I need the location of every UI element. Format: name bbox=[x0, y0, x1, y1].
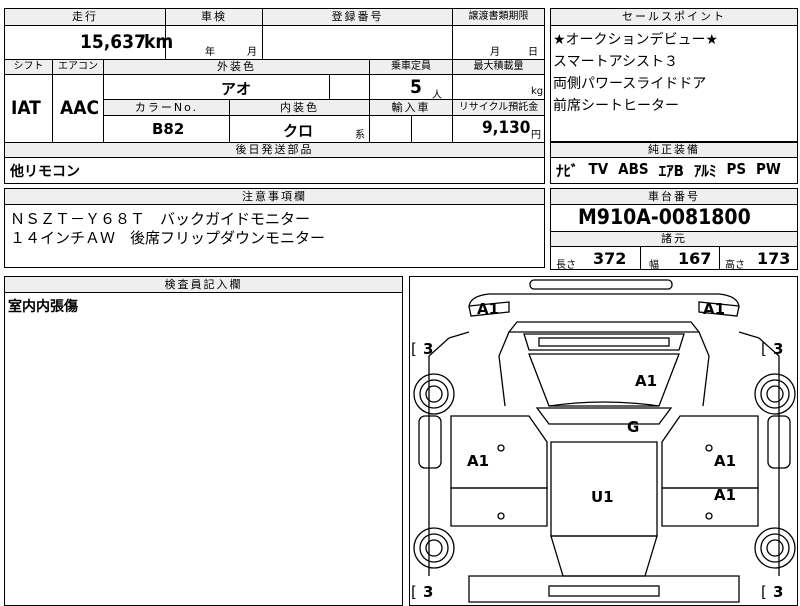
inspector-comment: 室内内張傷 bbox=[8, 299, 78, 315]
registration-header: 登録番号 bbox=[263, 9, 452, 25]
shift-header: シフト bbox=[5, 60, 52, 74]
inspector-box bbox=[4, 276, 403, 606]
inspection-month-label: 月 bbox=[247, 47, 257, 58]
capacity-value: 5 bbox=[410, 76, 422, 98]
tire-rear-right-bracket: [ bbox=[761, 583, 767, 601]
front-left-mark: A1 bbox=[477, 300, 499, 318]
equipment-header: 純正装備 bbox=[551, 143, 797, 157]
length-label: 長さ bbox=[556, 260, 576, 271]
ac-header: エアコン bbox=[53, 60, 103, 74]
tire-front-left-bracket: [ bbox=[411, 340, 417, 358]
transfer-month-label: 月 bbox=[490, 47, 500, 58]
equipment-item-alloy: ｱﾙﾐ bbox=[693, 162, 717, 180]
notes-line-2: １４インチＡＷ 後席フリップダウンモニター bbox=[10, 229, 326, 247]
tire-front-right-bracket: [ bbox=[761, 340, 767, 358]
capacity-header: 乗車定員 bbox=[370, 60, 452, 74]
width-label: 幅 bbox=[649, 260, 659, 271]
mileage-value: 15,637 bbox=[80, 31, 146, 53]
windshield-mark: G bbox=[627, 418, 639, 436]
inspection-year-label: 年 bbox=[205, 47, 215, 58]
recycle-header: リサイクル預託金 bbox=[453, 100, 544, 115]
selling-point-4: 前席シートヒーター bbox=[553, 98, 679, 114]
inspector-header: 検査員記入欄 bbox=[5, 277, 402, 292]
tire-rear-left: 3 bbox=[423, 583, 433, 601]
dimensions-header: 諸元 bbox=[551, 232, 797, 246]
tire-rear-left-bracket: [ bbox=[411, 583, 417, 601]
right-rear-door-mark: A1 bbox=[714, 486, 736, 504]
transfer-day-label: 日 bbox=[528, 47, 538, 58]
right-front-door-mark: A1 bbox=[714, 452, 736, 470]
max-load-unit: kg bbox=[531, 86, 544, 97]
selling-point-1: ★オークションデビュー★ bbox=[553, 32, 719, 48]
mileage-unit: km bbox=[144, 31, 174, 53]
exterior-color-header: 外装色 bbox=[104, 60, 369, 74]
transfer-header: 譲渡書類期限 bbox=[453, 9, 544, 25]
ac-value: AAC bbox=[60, 97, 100, 119]
interior-color-value: クロ bbox=[283, 122, 314, 140]
equipment-list: ﾅﾋﾞ TV ABS ｴｱB ｱﾙﾐ PS PW bbox=[556, 160, 796, 180]
tire-rear-right: 3 bbox=[773, 583, 783, 601]
notes-header: 注意事項欄 bbox=[5, 189, 544, 204]
recycle-unit: 円 bbox=[531, 130, 541, 141]
equipment-item-tv: TV bbox=[588, 160, 609, 178]
shift-value: IAT bbox=[11, 97, 41, 119]
max-load-header: 最大積載量 bbox=[453, 60, 544, 74]
interior-color-suffix: 系 bbox=[355, 130, 365, 141]
tire-front-right: 3 bbox=[773, 340, 783, 358]
color-no-value: B82 bbox=[152, 120, 185, 138]
shipping-parts-value: 他リモコン bbox=[10, 164, 80, 180]
notes-line-1: ＮＳＺＴ－Ｙ６８Ｔ バックガイドモニター bbox=[10, 210, 311, 228]
equipment-item-ps: PS bbox=[726, 160, 747, 178]
roof-mark: U1 bbox=[591, 488, 614, 506]
car-diagram: A1 A1 A1 G A1 A1 A1 U1 [ 3 [ 3 [ 3 [ 3 bbox=[411, 279, 796, 603]
recycle-value: 9,130 bbox=[482, 118, 531, 138]
width-value: 167 bbox=[678, 249, 712, 268]
selling-point-2: スマートアシスト３ bbox=[553, 54, 679, 70]
chassis-header: 車台番号 bbox=[551, 189, 797, 204]
front-right-mark: A1 bbox=[703, 300, 725, 318]
equipment-item-navi: ﾅﾋﾞ bbox=[556, 162, 579, 180]
inspection-header: 車検 bbox=[166, 9, 262, 25]
hood-mark: A1 bbox=[635, 372, 657, 390]
equipment-item-airbag: ｴｱB bbox=[658, 162, 684, 180]
chassis-number: M910A-0081800 bbox=[578, 205, 751, 229]
length-value: 372 bbox=[593, 249, 627, 268]
color-no-header: カラーNo. bbox=[104, 100, 229, 115]
left-front-door-mark: A1 bbox=[467, 452, 489, 470]
height-value: 173 bbox=[757, 249, 791, 268]
interior-color-header: 内装色 bbox=[230, 100, 369, 115]
tire-front-left: 3 bbox=[423, 340, 433, 358]
equipment-item-abs: ABS bbox=[618, 160, 649, 178]
equipment-item-pw: PW bbox=[756, 160, 781, 178]
mileage-header: 走行 bbox=[5, 9, 165, 25]
shipping-parts-header: 後日発送部品 bbox=[5, 143, 544, 157]
selling-point-3: 両側パワースライドドア bbox=[553, 76, 707, 92]
selling-points-header: セールスポイント bbox=[551, 9, 797, 25]
import-header: 輸入車 bbox=[370, 100, 452, 115]
exterior-color-value: アオ bbox=[221, 80, 252, 98]
height-label: 高さ bbox=[725, 260, 745, 271]
